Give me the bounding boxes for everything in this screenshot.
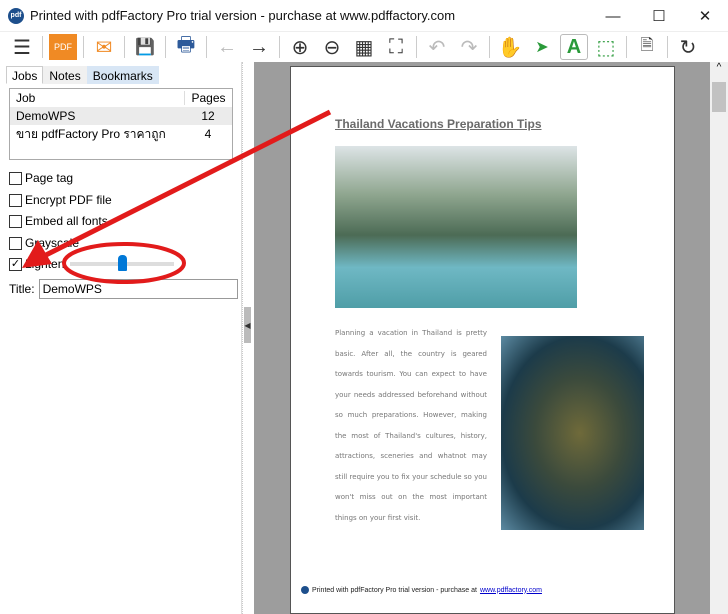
red-arrow xyxy=(38,109,332,261)
watermark-line2: REVIEW xyxy=(10,529,163,567)
red-ellipse xyxy=(62,242,186,284)
watermark-logo: THAIWARE REVIEW xyxy=(10,520,162,568)
